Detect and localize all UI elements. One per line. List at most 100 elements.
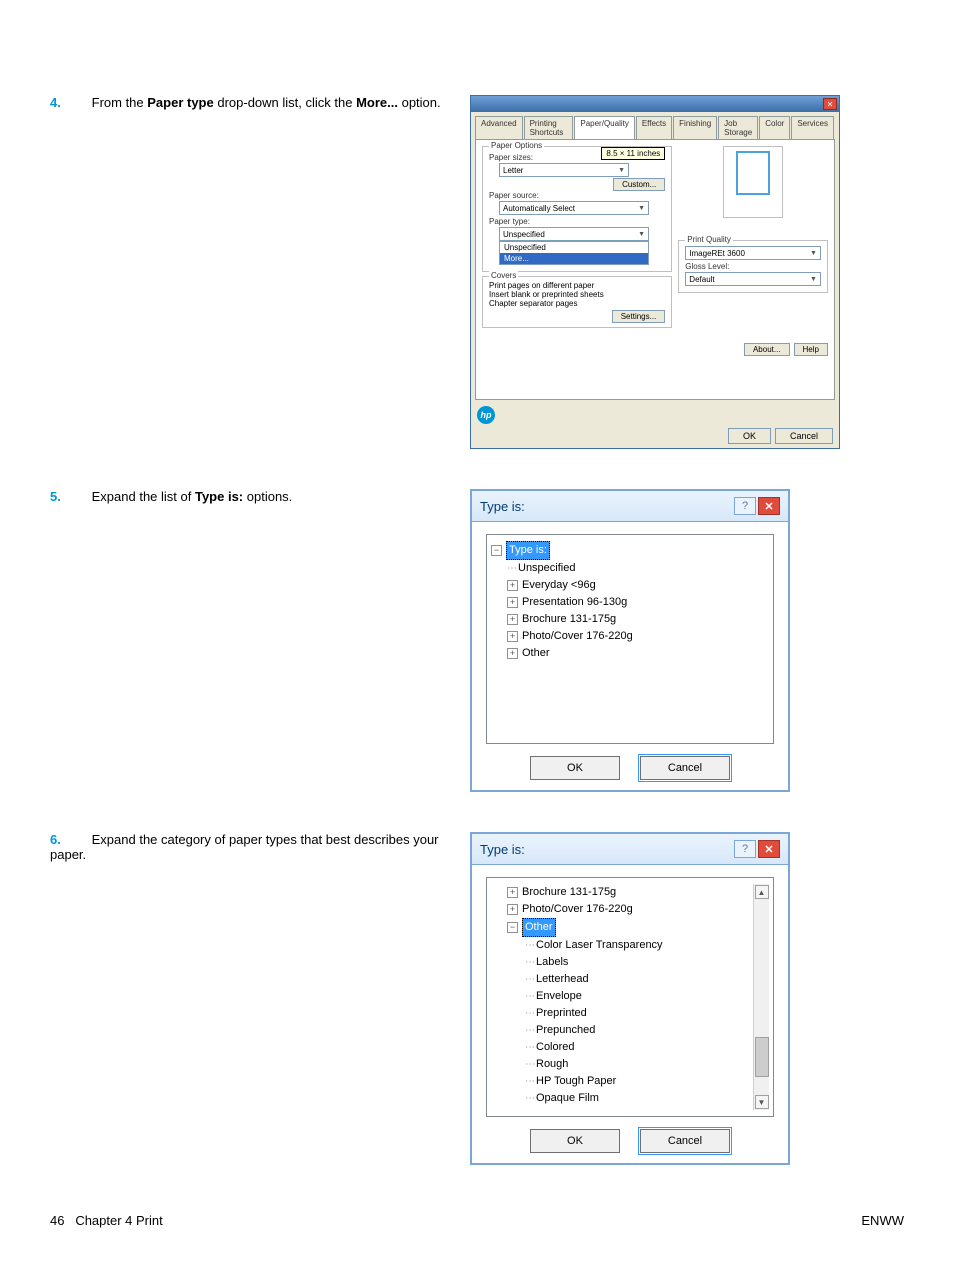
tree-item-other[interactable]: Other — [522, 645, 550, 662]
tree-item-everyday[interactable]: Everyday <96g — [522, 577, 596, 594]
collapse-icon[interactable]: − — [507, 922, 518, 933]
type-is-dialog: Type is: ? ✕ −Type is: ⋯Unspecified +Eve… — [470, 489, 790, 792]
tab-printing-shortcuts[interactable]: Printing Shortcuts — [524, 116, 574, 139]
custom-button[interactable]: Custom... — [613, 178, 665, 191]
tree-item-letterhead[interactable]: Letterhead — [536, 971, 589, 988]
close-icon[interactable]: ✕ — [758, 840, 780, 858]
tree-item-brochure[interactable]: Brochure 131-175g — [522, 884, 616, 901]
expand-icon[interactable]: + — [507, 614, 518, 625]
dialog-title: Type is: — [480, 842, 525, 857]
ok-button[interactable]: OK — [728, 428, 771, 444]
tree-root[interactable]: Type is: — [506, 541, 550, 560]
gloss-label: Gloss Level: — [685, 262, 821, 271]
tab-effects[interactable]: Effects — [636, 116, 672, 139]
tree-item-photo-cover[interactable]: Photo/Cover 176-220g — [522, 628, 633, 645]
tree-item-labels[interactable]: Labels — [536, 954, 568, 971]
t: From the — [92, 95, 148, 110]
ok-button[interactable]: OK — [530, 1129, 620, 1153]
special-item[interactable]: Print pages on different paper — [489, 281, 665, 290]
covers-title: Covers — [489, 271, 518, 280]
v: Letter — [503, 166, 523, 175]
tab-paper-quality[interactable]: Paper/Quality — [574, 116, 634, 139]
tree-connector: ⋯ — [525, 1039, 534, 1056]
tree-item-other[interactable]: Other — [522, 918, 556, 937]
scrollbar[interactable]: ▲ ▼ — [753, 884, 769, 1110]
scroll-thumb[interactable] — [755, 1037, 769, 1077]
size-tooltip: 8.5 × 11 inches — [601, 147, 665, 160]
tree-item-envelope[interactable]: Envelope — [536, 988, 582, 1005]
help-button[interactable]: Help — [794, 343, 828, 356]
special-item[interactable]: Chapter separator pages — [489, 299, 665, 308]
tab-services[interactable]: Services — [791, 116, 834, 139]
ok-button[interactable]: OK — [530, 756, 620, 780]
gloss-select[interactable]: Default▼ — [685, 272, 821, 286]
print-quality-title: Print Quality — [685, 235, 733, 244]
tree-connector: ⋯ — [525, 1005, 534, 1022]
t: Expand the list of — [92, 489, 195, 504]
dd-item-unspecified[interactable]: Unspecified — [500, 242, 648, 253]
t: options. — [243, 489, 292, 504]
paper-type-select[interactable]: Unspecified▼ — [499, 227, 649, 241]
paper-type-dropdown-open: Unspecified More... — [499, 241, 649, 265]
paper-source-select[interactable]: Automatically Select▼ — [499, 201, 649, 215]
tree-item-preprinted[interactable]: Preprinted — [536, 1005, 587, 1022]
tree-connector: ⋯ — [525, 937, 534, 954]
settings-button[interactable]: Settings... — [612, 310, 666, 323]
tree-item-photo-cover[interactable]: Photo/Cover 176-220g — [522, 901, 633, 918]
paper-size-select[interactable]: Letter▼ — [499, 163, 629, 177]
tree-item-opaque-film[interactable]: Opaque Film — [536, 1090, 599, 1107]
v: Automatically Select — [503, 204, 575, 213]
collapse-icon[interactable]: − — [491, 545, 502, 556]
t: drop-down list, click the — [214, 95, 356, 110]
tree-item-hp-tough[interactable]: HP Tough Paper — [536, 1073, 616, 1090]
print-properties-dialog: ✕ Advanced Printing Shortcuts Paper/Qual… — [470, 95, 840, 449]
tree-connector: ⋯ — [525, 971, 534, 988]
tree-item-presentation[interactable]: Presentation 96-130g — [522, 594, 627, 611]
print-quality-select[interactable]: ImageREt 3600▼ — [685, 246, 821, 260]
tree-connector: ⋯ — [525, 954, 534, 971]
about-button[interactable]: About... — [744, 343, 790, 356]
expand-icon[interactable]: + — [507, 580, 518, 591]
expand-icon[interactable]: + — [507, 597, 518, 608]
tab-color[interactable]: Color — [759, 116, 790, 139]
close-icon[interactable]: ✕ — [758, 497, 780, 515]
step-5-number: 5. — [50, 489, 70, 504]
step-5-text: Expand the list of Type is: options. — [92, 489, 293, 504]
cancel-button[interactable]: Cancel — [640, 1129, 730, 1153]
footer-left: 46 Chapter 4 Print — [50, 1213, 163, 1228]
type-tree: −Type is: ⋯Unspecified +Everyday <96g +P… — [486, 534, 774, 744]
tree-item-colored[interactable]: Colored — [536, 1039, 575, 1056]
footer-right: ENWW — [861, 1213, 904, 1228]
step-6-number: 6. — [50, 832, 70, 847]
special-item[interactable]: Insert blank or preprinted sheets — [489, 290, 665, 299]
scroll-down-icon[interactable]: ▼ — [755, 1095, 769, 1109]
step-4-number: 4. — [50, 95, 70, 110]
cancel-button[interactable]: Cancel — [775, 428, 833, 444]
type-tree: + Brochure 131-175g + Photo/Cover 176-220g… — [486, 877, 774, 1117]
expand-icon[interactable]: + — [507, 631, 518, 642]
tree-item-unspecified[interactable]: Unspecified — [518, 560, 575, 577]
expand-icon[interactable]: + — [507, 648, 518, 659]
tab-advanced[interactable]: Advanced — [475, 116, 523, 139]
close-icon[interactable]: ✕ — [823, 98, 837, 110]
tab-finishing[interactable]: Finishing — [673, 116, 717, 139]
help-icon[interactable]: ? — [734, 497, 756, 515]
t: Type is: — [195, 489, 243, 504]
v: Default — [689, 275, 714, 284]
tree-item-transparency[interactable]: Color Laser Transparency — [536, 937, 663, 954]
v: ImageREt 3600 — [689, 249, 745, 258]
cancel-button[interactable]: Cancel — [640, 756, 730, 780]
expand-icon[interactable]: + — [507, 904, 518, 915]
tab-job-storage[interactable]: Job Storage — [718, 116, 758, 139]
dialog-title: Type is: — [480, 499, 525, 514]
step-6-text: Expand the category of paper types that … — [50, 832, 439, 862]
tree-item-rough[interactable]: Rough — [536, 1056, 568, 1073]
dd-item-more[interactable]: More... — [500, 253, 648, 264]
help-icon[interactable]: ? — [734, 840, 756, 858]
paper-source-label: Paper source: — [489, 191, 665, 200]
scroll-up-icon[interactable]: ▲ — [755, 885, 769, 899]
tree-item-prepunched[interactable]: Prepunched — [536, 1022, 595, 1039]
expand-icon[interactable]: + — [507, 887, 518, 898]
tree-item-brochure[interactable]: Brochure 131-175g — [522, 611, 616, 628]
t: More... — [356, 95, 398, 110]
